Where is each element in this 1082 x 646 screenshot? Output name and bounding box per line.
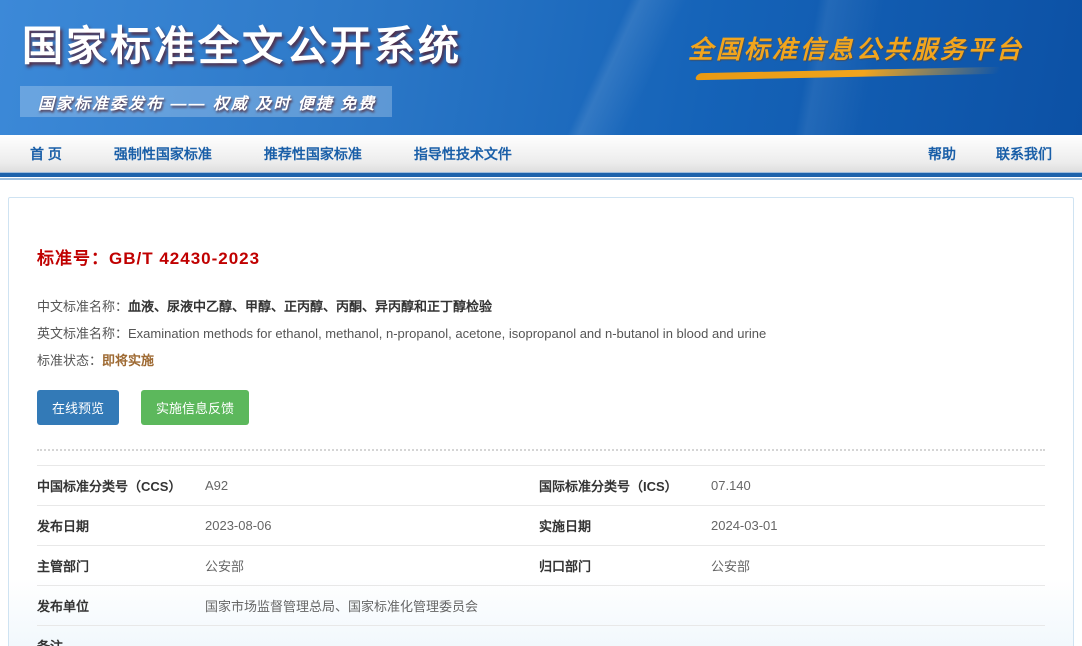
publisher-label: 发布单位 [37,596,205,615]
status-label: 标准状态： [37,353,102,368]
dotted-divider [37,449,1045,451]
action-buttons: 在线预览 实施信息反馈 [37,390,1045,425]
standard-number-heading: 标准号：GB/T 42430-2023 [37,244,1045,269]
table-row-departments: 主管部门 公安部 归口部门 公安部 [37,546,1045,586]
standard-meta: 中文标准名称：血液、尿液中乙醇、甲醇、正丙醇、丙酮、异丙醇和正丁醇检验 英文标准… [37,293,1045,374]
ccs-label: 中国标准分类号（CCS） [37,476,205,495]
nav-item-guidance-documents[interactable]: 指导性技术文件 [414,144,512,164]
en-name-value: Examination methods for ethanol, methano… [128,326,766,341]
status-badge: 即将实施 [102,353,154,368]
implement-date-label: 实施日期 [539,516,711,535]
nav-right-group: 帮助 联系我们 [928,144,1052,164]
standard-info-table: 中国标准分类号（CCS） A92 国际标准分类号（ICS） 07.140 发布日… [37,465,1045,646]
publish-date-value: 2023-08-06 [205,518,539,533]
status-line: 标准状态：即将实施 [37,347,1045,374]
table-row-remarks: 备注 [37,626,1045,646]
site-slogan-strip: 国家标准委发布 —— 权威 及时 便捷 免费 [20,86,392,117]
publisher-value: 国家市场监督管理总局、国家标准化管理委员会 [205,596,1045,615]
header-banner: 国家标准全文公开系统 国家标准委发布 —— 权威 及时 便捷 免费 全国标准信息… [0,0,1082,135]
site-title: 国家标准全文公开系统 [22,12,462,72]
content-area: 标准号：GB/T 42430-2023 中文标准名称：血液、尿液中乙醇、甲醇、正… [0,180,1082,646]
implement-date-value: 2024-03-01 [711,518,1045,533]
ccs-value: A92 [205,478,539,493]
nav-left-group: 首 页 强制性国家标准 推荐性国家标准 指导性技术文件 [30,144,512,164]
cn-name-label: 中文标准名称： [37,299,128,314]
publish-date-label: 发布日期 [37,516,205,535]
implementation-feedback-button[interactable]: 实施信息反馈 [141,390,249,425]
nav-item-home[interactable]: 首 页 [30,144,62,164]
remarks-label: 备注 [37,636,205,646]
centralized-dept-value: 公安部 [711,556,1045,575]
main-nav: 首 页 强制性国家标准 推荐性国家标准 指导性技术文件 帮助 联系我们 [0,135,1082,172]
cn-name-line: 中文标准名称：血液、尿液中乙醇、甲醇、正丙醇、丙酮、异丙醇和正丁醇检验 [37,293,1045,320]
platform-logo-text: 全国标准信息公共服务平台 [688,30,1024,66]
nav-item-mandatory-standards[interactable]: 强制性国家标准 [114,144,212,164]
en-name-label: 英文标准名称： [37,326,128,341]
nav-item-recommended-standards[interactable]: 推荐性国家标准 [264,144,362,164]
standard-number-value: GB/T 42430-2023 [109,249,260,268]
competent-dept-value: 公安部 [205,556,539,575]
ics-label: 国际标准分类号（ICS） [539,476,711,495]
site-slogan: 国家标准委发布 —— 权威 及时 便捷 免费 [38,90,376,114]
table-row-publisher: 发布单位 国家市场监督管理总局、国家标准化管理委员会 [37,586,1045,626]
en-name-line: 英文标准名称：Examination methods for ethanol, … [37,320,1045,347]
nav-item-contact-us[interactable]: 联系我们 [996,144,1052,164]
ics-value: 07.140 [711,478,1045,493]
online-preview-button[interactable]: 在线预览 [37,390,119,425]
table-row-classification: 中国标准分类号（CCS） A92 国际标准分类号（ICS） 07.140 [37,466,1045,506]
table-row-dates: 发布日期 2023-08-06 实施日期 2024-03-01 [37,506,1045,546]
nav-item-help[interactable]: 帮助 [928,144,956,164]
competent-dept-label: 主管部门 [37,556,205,575]
cn-name-value: 血液、尿液中乙醇、甲醇、正丙醇、丙酮、异丙醇和正丁醇检验 [128,299,492,314]
centralized-dept-label: 归口部门 [539,556,711,575]
standard-number-label: 标准号： [37,249,109,268]
platform-logo-link[interactable]: 全国标准信息公共服务平台 [688,30,1024,77]
platform-underline-swoosh [694,67,1001,80]
standard-detail-panel: 标准号：GB/T 42430-2023 中文标准名称：血液、尿液中乙醇、甲醇、正… [8,197,1074,646]
